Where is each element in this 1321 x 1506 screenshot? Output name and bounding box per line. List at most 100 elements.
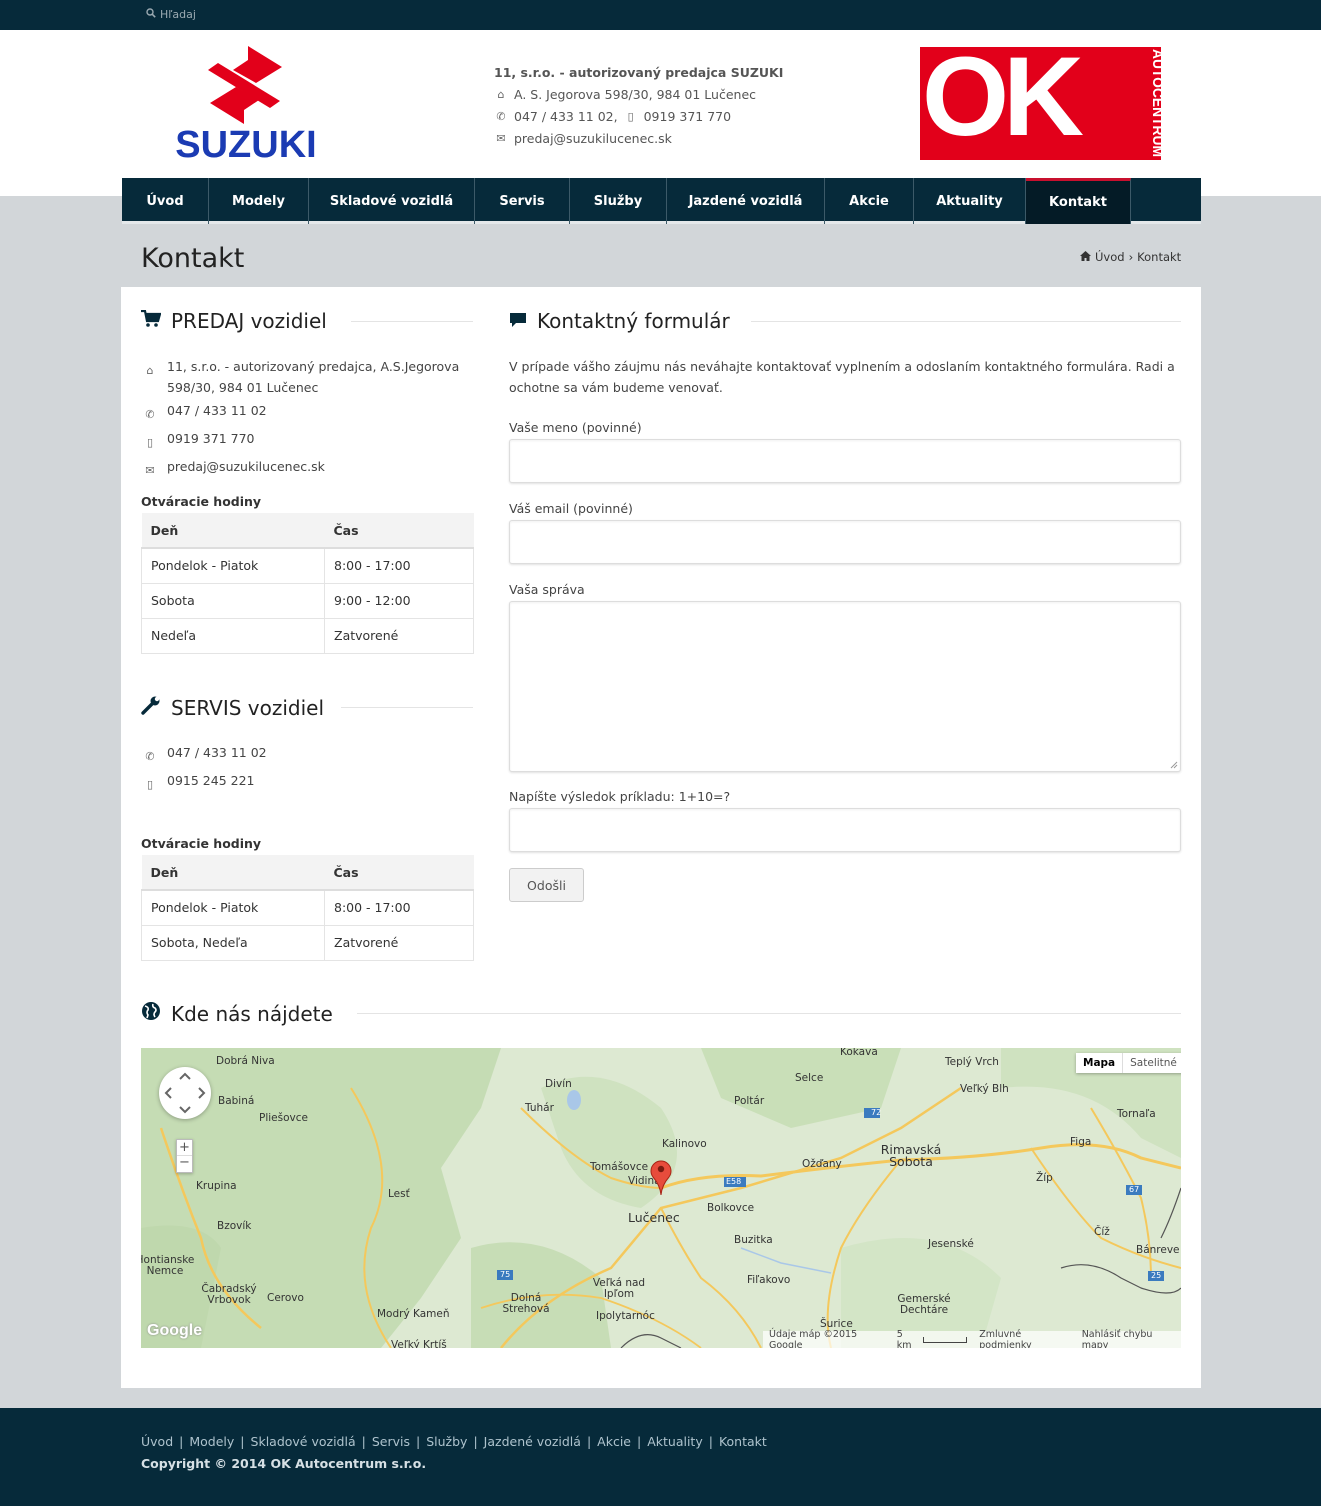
nav-item-jazdene-vozidla[interactable]: Jazdené vozidlá — [667, 178, 825, 224]
nav-item-skladove-vozidla[interactable]: Skladové vozidlá — [309, 178, 475, 224]
map-place: Veľký Blh — [960, 1083, 1009, 1095]
service-hours-title: Otváracie hodiny — [141, 836, 262, 851]
footer-link-skladove-vozidla[interactable]: Skladové vozidlá — [251, 1434, 356, 1449]
nav-item-akcie[interactable]: Akcie — [825, 178, 914, 224]
zoom-in-button[interactable]: + — [177, 1140, 192, 1156]
search-link[interactable]: Hľadaj — [146, 8, 196, 21]
footer-link-aktuality[interactable]: Aktuality — [647, 1434, 703, 1449]
top-bar: Hľadaj — [0, 0, 1321, 30]
nav-item-aktuality[interactable]: Aktuality — [914, 178, 1026, 224]
footer-links: Úvod | Modely | Skladové vozidlá | Servis | … — [141, 1434, 767, 1449]
message-textarea[interactable] — [509, 601, 1181, 772]
divider — [357, 1013, 1181, 1014]
time-cell: Zatvorené — [324, 618, 474, 654]
road-number: 25 — [1151, 1271, 1162, 1280]
map-place: Dolná Strehová — [502, 1292, 550, 1315]
footer-link-servis[interactable]: Servis — [372, 1434, 410, 1449]
home-icon — [1080, 250, 1091, 264]
map-place: Krupina — [196, 1180, 237, 1192]
map-place: Čabradský Vrbovok — [201, 1283, 257, 1306]
form-heading: Kontaktný formulár — [509, 309, 730, 333]
separator: | — [416, 1434, 421, 1449]
separator: | — [636, 1434, 642, 1449]
road-number: E58 — [726, 1177, 742, 1186]
map-place: Kokava — [840, 1048, 878, 1058]
main-nav: Úvod Modely Skladové vozidlá Servis Služ… — [122, 178, 1201, 224]
col-day: Deň — [141, 513, 325, 549]
separator: | — [240, 1434, 245, 1449]
search-icon — [146, 8, 156, 21]
google-map[interactable]: 72 E58 75 67 25 Dobrá Niva Babiná Pliešo… — [141, 1048, 1181, 1348]
table-row: Nedeľa Zatvorené — [141, 618, 474, 654]
map-scale-label: 5 km — [896, 1328, 912, 1349]
nav-item-modely[interactable]: Modely — [209, 178, 309, 224]
comment-icon — [509, 309, 527, 333]
location-marker-icon[interactable] — [650, 1158, 672, 1200]
map-terms-link[interactable]: Zmluvné podmienky — [979, 1329, 1069, 1349]
nav-item-sluzby[interactable]: Služby — [570, 178, 667, 224]
map-place: Ožďany — [802, 1158, 842, 1170]
road-number: 72 — [871, 1108, 882, 1117]
breadcrumb-home[interactable]: Úvod — [1095, 250, 1125, 264]
footer-link-modely[interactable]: Modely — [189, 1434, 234, 1449]
map-place: Bolkovce — [707, 1202, 755, 1214]
nav-item-uvod[interactable]: Úvod — [122, 178, 209, 224]
mail-icon: ✉ — [145, 464, 155, 477]
zoom-out-button[interactable]: − — [177, 1156, 192, 1172]
search-label: Hľadaj — [160, 8, 196, 21]
header-contact: 11, s.r.o. - autorizovaný predajca SUZUK… — [494, 62, 783, 150]
map-place: Dobrá Niva — [216, 1055, 275, 1067]
map-place: Gemerské Dechtáre — [897, 1293, 951, 1316]
table-row: Pondelok - Piatok 8:00 - 17:00 — [141, 890, 474, 926]
sales-address-line2: 598/30, 984 01 Lučenec — [167, 380, 319, 395]
map-place: Lesť — [388, 1188, 410, 1200]
map-type-satellite-button[interactable]: Satelitné — [1123, 1053, 1181, 1073]
day-cell: Pondelok - Piatok — [141, 890, 325, 926]
map-report-link[interactable]: Nahlásiť chybu mapy — [1082, 1329, 1175, 1349]
separator: | — [586, 1434, 592, 1449]
ok-autocentrum-logo[interactable]: OK AUTOCENTRUM — [920, 34, 1166, 160]
nav-item-servis[interactable]: Servis — [475, 178, 570, 224]
time-cell: 8:00 - 17:00 — [324, 548, 474, 584]
table-row: Sobota, Nedeľa Zatvorené — [141, 925, 474, 961]
footer-link-kontakt[interactable]: Kontakt — [719, 1434, 767, 1449]
name-input[interactable] — [509, 439, 1181, 483]
email-input[interactable] — [509, 520, 1181, 564]
day-cell: Sobota, Nedeľa — [141, 925, 325, 961]
map-type-map-button[interactable]: Mapa — [1076, 1053, 1124, 1073]
suzuki-logo[interactable]: SUZUKI — [160, 46, 332, 166]
header-email[interactable]: predaj@suzukilucenec.sk — [514, 128, 672, 150]
footer-link-uvod[interactable]: Úvod — [141, 1434, 173, 1449]
breadcrumb: Úvod › Kontakt — [1080, 250, 1181, 264]
map-place: Veľká nad Ipľom — [592, 1277, 646, 1300]
separator: | — [179, 1434, 184, 1449]
footer-link-akcie[interactable]: Akcie — [597, 1434, 631, 1449]
email-label: Váš email (povinné) — [509, 501, 633, 516]
captcha-input[interactable] — [509, 808, 1181, 852]
google-logo[interactable]: Google — [147, 1322, 202, 1340]
resize-handle-icon[interactable] — [1170, 761, 1178, 769]
footer-link-jazdene-vozidla[interactable]: Jazdené vozidlá — [484, 1434, 581, 1449]
globe-icon — [141, 1001, 161, 1026]
sales-email[interactable]: predaj@suzukilucenec.sk — [167, 456, 325, 477]
divider — [351, 321, 473, 322]
phone-icon: ✆ — [145, 408, 155, 421]
map-place: Tuhár — [525, 1102, 554, 1114]
suzuki-wordmark: SUZUKI — [175, 124, 316, 161]
day-cell: Pondelok - Piatok — [141, 548, 325, 584]
map-pan-control[interactable] — [159, 1067, 211, 1119]
scale-bar — [922, 1336, 968, 1343]
sales-hours-table: Deň Čas Pondelok - Piatok 8:00 - 17:00 So… — [141, 513, 474, 654]
footer-link-sluzby[interactable]: Služby — [426, 1434, 467, 1449]
map-place: Bánreve — [1136, 1244, 1180, 1256]
road-number: 67 — [1129, 1185, 1140, 1194]
header-address: A. S. Jegorova 598/30, 984 01 Lučenec — [514, 87, 757, 102]
breadcrumb-separator: › — [1128, 250, 1134, 264]
breadcrumb-current: Kontakt — [1137, 250, 1182, 264]
col-day: Deň — [141, 855, 325, 891]
submit-button[interactable]: Odošli — [509, 868, 584, 902]
nav-item-kontakt[interactable]: Kontakt — [1026, 178, 1131, 224]
day-cell: Sobota — [141, 583, 325, 619]
map-zoom-control: + − — [176, 1139, 193, 1173]
map-attribution-bar: Údaje máp ©2015 Google 5 km Zmluvné podm… — [763, 1328, 1181, 1349]
